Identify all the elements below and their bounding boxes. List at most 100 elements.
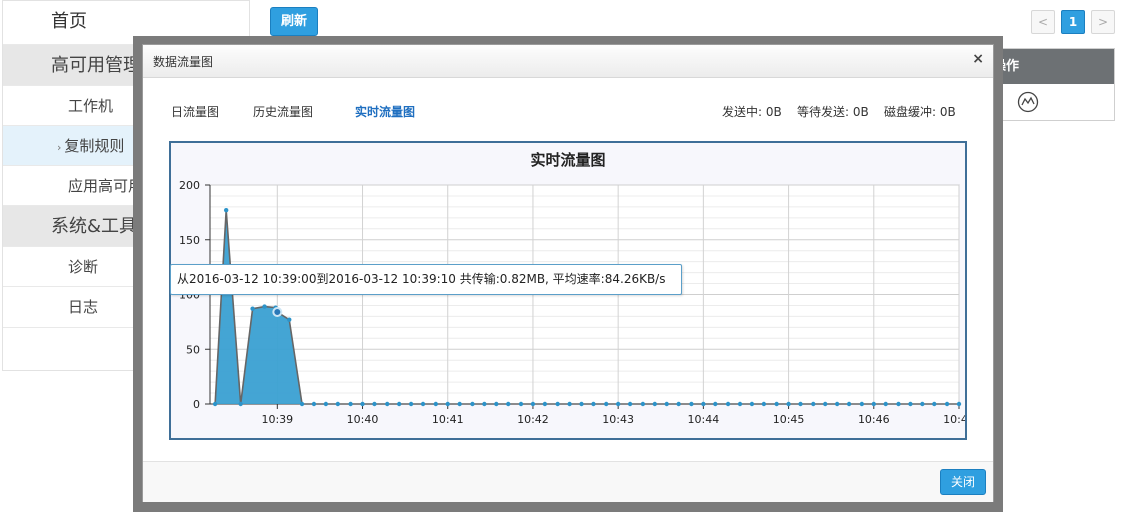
- data-point: [396, 401, 402, 407]
- stat-waiting: 等待发送: 0B: [797, 105, 869, 119]
- stat-disk-buffer: 磁盘缓冲: 0B: [884, 105, 956, 119]
- data-point: [555, 401, 560, 407]
- data-point: [445, 401, 450, 407]
- data-point: [470, 401, 475, 407]
- data-point: [433, 401, 439, 407]
- data-point: [604, 401, 609, 407]
- data-point: [761, 401, 767, 407]
- data-point: [640, 401, 646, 407]
- data-point: [506, 401, 511, 407]
- tab-history-traffic[interactable]: 历史流量图: [253, 103, 313, 120]
- data-point: [335, 401, 341, 407]
- chevron-right-icon: ›: [57, 141, 62, 154]
- data-point: [834, 401, 840, 407]
- x-tick-label: 10:43: [602, 413, 634, 426]
- sidebar-item-label: 复制规则: [64, 137, 125, 155]
- data-point: [908, 401, 913, 407]
- traffic-chart-icon[interactable]: [1017, 91, 1039, 113]
- data-point: [494, 401, 499, 407]
- sidebar-item-label: 日志: [68, 298, 99, 316]
- data-point: [457, 401, 462, 407]
- data-point: [896, 401, 901, 407]
- data-point: [811, 401, 816, 407]
- rules-table: 操作: [987, 48, 1115, 121]
- x-tick-label: 10:39: [261, 413, 293, 426]
- data-point: [652, 401, 657, 407]
- chart-tooltip: 从2016-03-12 10:39:00到2016-03-12 10:39:10…: [170, 264, 682, 295]
- data-point: [212, 401, 218, 407]
- modal-overlay-frame: 数据流量图 × 日流量图 历史流量图 实时流量图 发送中: 0B 等待发送: 0…: [133, 36, 1003, 512]
- table-row: [987, 84, 1114, 120]
- data-point-highlight: [272, 307, 283, 318]
- data-point: [725, 401, 731, 407]
- y-tick-label: 200: [179, 179, 200, 192]
- data-point: [956, 401, 962, 407]
- traffic-tabs: 日流量图 历史流量图 实时流量图 发送中: 0B 等待发送: 0B 磁盘缓冲: …: [143, 103, 993, 119]
- x-tick-label: 10:40: [347, 413, 379, 426]
- sidebar-item-label: 应用高可用: [68, 177, 144, 195]
- pager-prev-button[interactable]: <: [1031, 10, 1055, 34]
- data-point: [591, 401, 596, 407]
- chart-title: 实时流量图: [530, 151, 605, 169]
- data-point: [287, 317, 292, 322]
- data-point: [737, 401, 743, 407]
- data-point: [932, 401, 937, 407]
- data-point: [871, 401, 876, 407]
- data-point: [360, 401, 365, 407]
- y-tick-label: 0: [193, 398, 200, 411]
- tab-daily-traffic[interactable]: 日流量图: [171, 103, 219, 120]
- data-point: [713, 401, 718, 407]
- x-tick-label: 10:44: [688, 413, 720, 426]
- x-tick-label: 10:42: [517, 413, 549, 426]
- data-point: [579, 401, 584, 407]
- data-point: [883, 401, 888, 407]
- data-point: [664, 401, 669, 407]
- sidebar-group-label: 高可用管理: [51, 55, 141, 76]
- data-point: [323, 401, 329, 407]
- pager-page-1[interactable]: 1: [1061, 10, 1085, 34]
- data-point: [299, 401, 305, 407]
- tab-realtime-traffic[interactable]: 实时流量图: [355, 103, 415, 120]
- data-point: [749, 401, 755, 407]
- data-point: [920, 401, 925, 407]
- data-point: [944, 401, 950, 407]
- sidebar-group-label: 系统&工具: [51, 216, 138, 237]
- data-point: [823, 401, 828, 407]
- dialog-title: 数据流量图: [153, 55, 214, 69]
- x-tick-label: 10:47: [943, 413, 965, 426]
- sidebar-item-label: 工作机: [68, 97, 114, 115]
- refresh-button[interactable]: 刷新: [270, 7, 318, 36]
- data-point: [859, 401, 865, 407]
- traffic-dialog: 数据流量图 × 日流量图 历史流量图 实时流量图 发送中: 0B 等待发送: 0…: [142, 44, 994, 502]
- data-point: [676, 401, 681, 407]
- sidebar-item-label: 首页: [51, 11, 87, 32]
- data-point: [408, 401, 414, 407]
- y-tick-label: 150: [179, 234, 200, 247]
- data-point: [250, 306, 255, 311]
- data-point: [689, 401, 694, 407]
- data-point: [482, 401, 487, 407]
- data-point: [627, 401, 633, 407]
- data-point: [238, 401, 243, 407]
- data-point: [786, 401, 791, 407]
- dialog-footer: [143, 461, 993, 502]
- data-point: [385, 401, 390, 407]
- data-point: [542, 401, 548, 407]
- table-header: 操作: [991, 49, 1114, 84]
- close-icon[interactable]: ×: [972, 51, 984, 67]
- dialog-title-bar: 数据流量图 ×: [143, 45, 993, 78]
- data-point: [420, 401, 426, 407]
- data-point: [518, 401, 524, 407]
- x-tick-label: 10:45: [773, 413, 805, 426]
- pager-next-button[interactable]: >: [1091, 10, 1115, 34]
- data-point: [798, 401, 803, 407]
- data-point: [701, 401, 706, 407]
- sidebar-item-label: 诊断: [68, 258, 99, 276]
- y-tick-label: 50: [186, 343, 200, 356]
- data-point: [615, 401, 621, 407]
- x-tick-label: 10:46: [858, 413, 890, 426]
- close-button[interactable]: 关闭: [940, 469, 986, 495]
- data-point: [262, 304, 267, 309]
- stat-sending: 发送中: 0B: [722, 105, 782, 119]
- data-point: [774, 401, 779, 407]
